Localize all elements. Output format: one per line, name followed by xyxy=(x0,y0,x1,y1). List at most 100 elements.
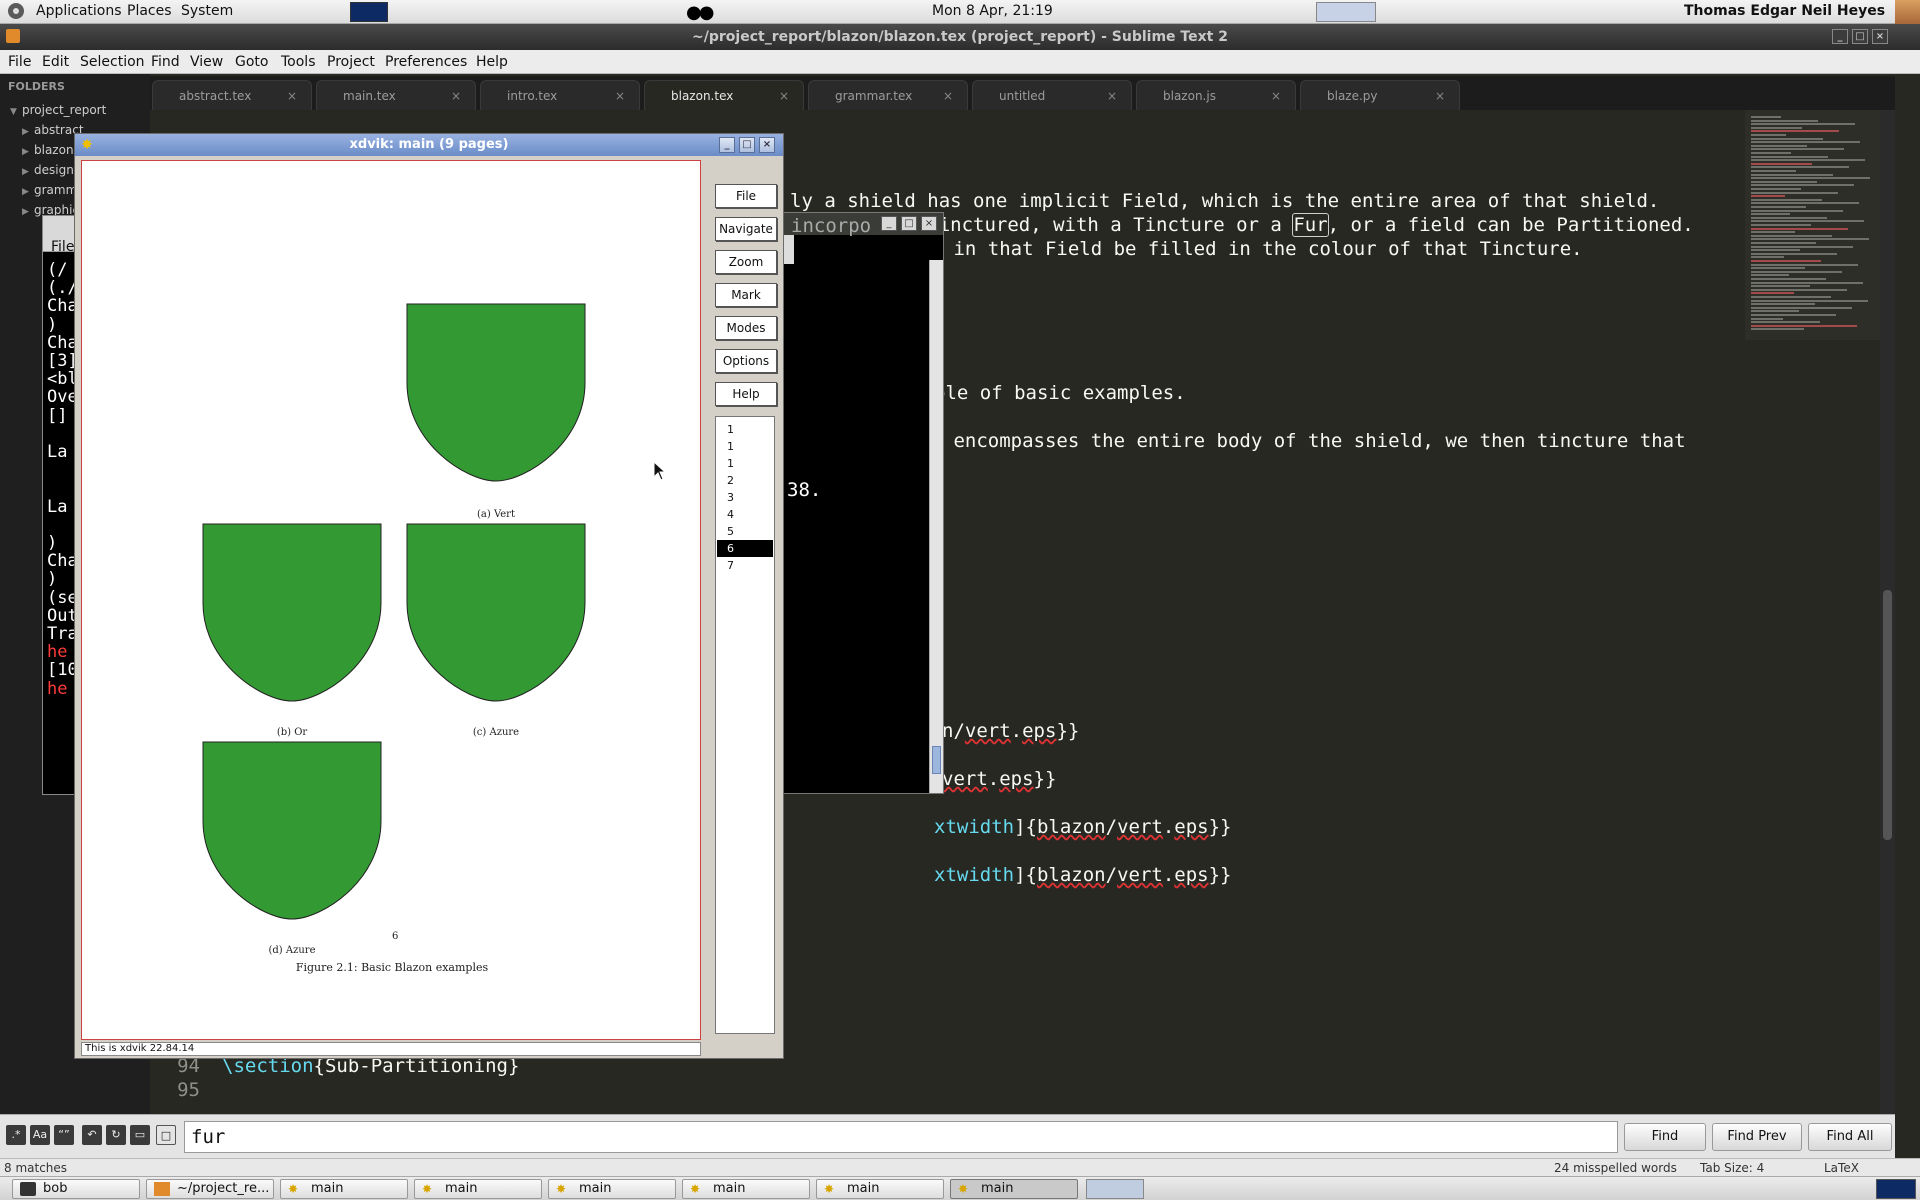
menu-view[interactable]: View xyxy=(190,54,223,70)
task-main-4[interactable]: ✸ main xyxy=(682,1179,810,1199)
page-list-item[interactable]: 4 xyxy=(717,506,773,523)
misspelled-count[interactable]: 24 misspelled words xyxy=(1554,1159,1677,1177)
whole-word-toggle[interactable]: “” xyxy=(54,1125,74,1145)
find-prev-button[interactable]: Find Prev xyxy=(1712,1123,1802,1151)
close-tab-icon[interactable]: × xyxy=(1435,81,1445,111)
task-main-6[interactable]: ✸ main xyxy=(950,1179,1078,1199)
scrollbar-thumb[interactable] xyxy=(932,746,941,774)
menu-preferences[interactable]: Preferences xyxy=(385,54,467,70)
page-list-item[interactable]: 1 xyxy=(717,438,773,455)
page-list-item[interactable]: 1 xyxy=(717,421,773,438)
scrollbar-thumb[interactable] xyxy=(1883,590,1892,840)
panel-clock[interactable]: Mon 8 Apr, 21:19 xyxy=(932,3,1053,19)
case-sensitive-toggle[interactable]: Aa xyxy=(30,1125,50,1145)
secondary-window-titlebar[interactable]: incorpo _ □ × xyxy=(781,213,943,237)
minimap-line xyxy=(1751,155,1828,158)
syntax-mode[interactable]: LaTeX xyxy=(1824,1159,1859,1177)
close-tab-icon[interactable]: × xyxy=(287,81,297,111)
minimap-line xyxy=(1751,310,1799,313)
menu-edit[interactable]: Edit xyxy=(42,54,69,70)
menu-find[interactable]: Find xyxy=(151,54,180,70)
show-desktop-icon[interactable] xyxy=(350,2,388,22)
regex-toggle[interactable]: .* xyxy=(6,1125,26,1145)
close-tab-icon[interactable]: × xyxy=(451,81,461,111)
highlight-matches-icon[interactable]: □ xyxy=(156,1125,176,1145)
terminal-menu-file[interactable]: File xyxy=(51,239,74,255)
task-main-3[interactable]: ✸ main xyxy=(548,1179,676,1199)
page-list-item[interactable]: 7 xyxy=(717,557,773,574)
find-all-button[interactable]: Find All xyxy=(1808,1123,1892,1151)
close-tab-icon[interactable]: × xyxy=(779,81,789,111)
zoom-button[interactable]: Zoom xyxy=(715,250,777,274)
menu-goto[interactable]: Goto xyxy=(235,54,268,70)
tab-blazon-tex[interactable]: blazon.tex × xyxy=(644,80,804,110)
close-icon[interactable]: × xyxy=(1872,29,1888,44)
maximize-icon[interactable]: □ xyxy=(1852,29,1868,44)
shield-azure xyxy=(406,523,586,702)
close-tab-icon[interactable]: × xyxy=(615,81,625,111)
close-tab-icon[interactable]: × xyxy=(1271,81,1281,111)
show-desktop-icon[interactable] xyxy=(1876,1179,1916,1199)
menu-selection[interactable]: Selection xyxy=(80,54,145,70)
tab-abstract-tex[interactable]: abstract.tex × xyxy=(152,80,312,110)
maximize-icon[interactable]: □ xyxy=(739,137,755,153)
task-bob[interactable]: bob xyxy=(12,1179,140,1199)
menu-help[interactable]: Help xyxy=(476,54,508,70)
page-list-item[interactable]: 1 xyxy=(717,455,773,472)
options-button[interactable]: Options xyxy=(715,349,777,373)
menu-file[interactable]: File xyxy=(8,54,31,70)
task-main-2[interactable]: ✸ main xyxy=(414,1179,542,1199)
task-main-1[interactable]: ✸ main xyxy=(280,1179,408,1199)
page-list[interactable]: 111234567 xyxy=(715,416,775,1034)
page-list-item[interactable]: 3 xyxy=(717,489,773,506)
user-avatar[interactable] xyxy=(1895,0,1920,24)
reverse-direction-icon[interactable]: ↶ xyxy=(82,1125,102,1145)
tab-grammar-tex[interactable]: grammar.tex × xyxy=(808,80,968,110)
secondary-window-scrollbar[interactable] xyxy=(929,260,943,793)
workspace-pager[interactable] xyxy=(1086,1179,1144,1199)
minimize-icon[interactable]: _ xyxy=(1832,29,1848,44)
tab-size[interactable]: Tab Size: 4 xyxy=(1700,1159,1764,1177)
tab-blaze-py[interactable]: blaze.py × xyxy=(1300,80,1460,110)
menu-system[interactable]: System xyxy=(181,3,233,19)
wrap-icon[interactable]: ↻ xyxy=(106,1125,126,1145)
sublime-titlebar[interactable]: ~/project_report/blazon/blazon.tex (proj… xyxy=(0,24,1920,50)
task-project-report[interactable]: ~/project_re... xyxy=(146,1179,274,1199)
workspace-switcher[interactable] xyxy=(1316,2,1376,22)
modes-button[interactable]: Modes xyxy=(715,316,777,340)
navigate-button[interactable]: Navigate xyxy=(715,217,777,241)
tab-blazon-js[interactable]: blazon.js × xyxy=(1136,80,1296,110)
minimize-icon[interactable]: _ xyxy=(719,137,735,153)
panel-user-name[interactable]: Thomas Edgar Neil Heyes xyxy=(1684,3,1885,19)
menu-tools[interactable]: Tools xyxy=(281,54,316,70)
page-list-item[interactable]: 6 xyxy=(717,540,773,557)
minimap[interactable] xyxy=(1745,110,1880,340)
close-tab-icon[interactable]: × xyxy=(1107,81,1117,111)
page-list-item[interactable]: 2 xyxy=(717,472,773,489)
close-icon[interactable]: × xyxy=(921,216,937,231)
mark-button[interactable]: Mark xyxy=(715,283,777,307)
find-button[interactable]: Find xyxy=(1624,1123,1706,1151)
gnome-foot-icon[interactable] xyxy=(8,3,24,19)
xdvik-titlebar[interactable]: ✸ xdvik: main (9 pages) _ □ × xyxy=(75,134,783,156)
menu-places[interactable]: Places xyxy=(127,3,172,19)
task-main-5[interactable]: ✸ main xyxy=(816,1179,944,1199)
menu-project[interactable]: Project xyxy=(327,54,375,70)
tab-untitled[interactable]: untitled × xyxy=(972,80,1132,110)
page-list-item[interactable]: 5 xyxy=(717,523,773,540)
close-icon[interactable]: × xyxy=(759,137,775,153)
minimize-icon[interactable]: _ xyxy=(881,216,897,231)
close-tab-icon[interactable]: × xyxy=(943,81,953,111)
maximize-icon[interactable]: □ xyxy=(901,216,917,231)
tab-main-tex[interactable]: main.tex × xyxy=(316,80,476,110)
secondary-window[interactable]: incorpo _ □ × 38. xyxy=(780,212,944,794)
find-input[interactable]: fur xyxy=(184,1121,1618,1153)
help-button[interactable]: Help xyxy=(715,382,777,406)
tab-intro-tex[interactable]: intro.tex × xyxy=(480,80,640,110)
file-button[interactable]: File xyxy=(715,184,777,208)
sidebar-root-folder[interactable]: ▼ project_report xyxy=(0,100,150,120)
editor-scrollbar[interactable] xyxy=(1880,110,1895,1114)
menu-applications[interactable]: Applications xyxy=(36,3,122,19)
in-selection-icon[interactable]: ▭ xyxy=(130,1125,150,1145)
dvi-page-view[interactable]: (a) Vert (b) Or (c) Azure (d) Azure 6 Fi… xyxy=(81,160,701,1040)
